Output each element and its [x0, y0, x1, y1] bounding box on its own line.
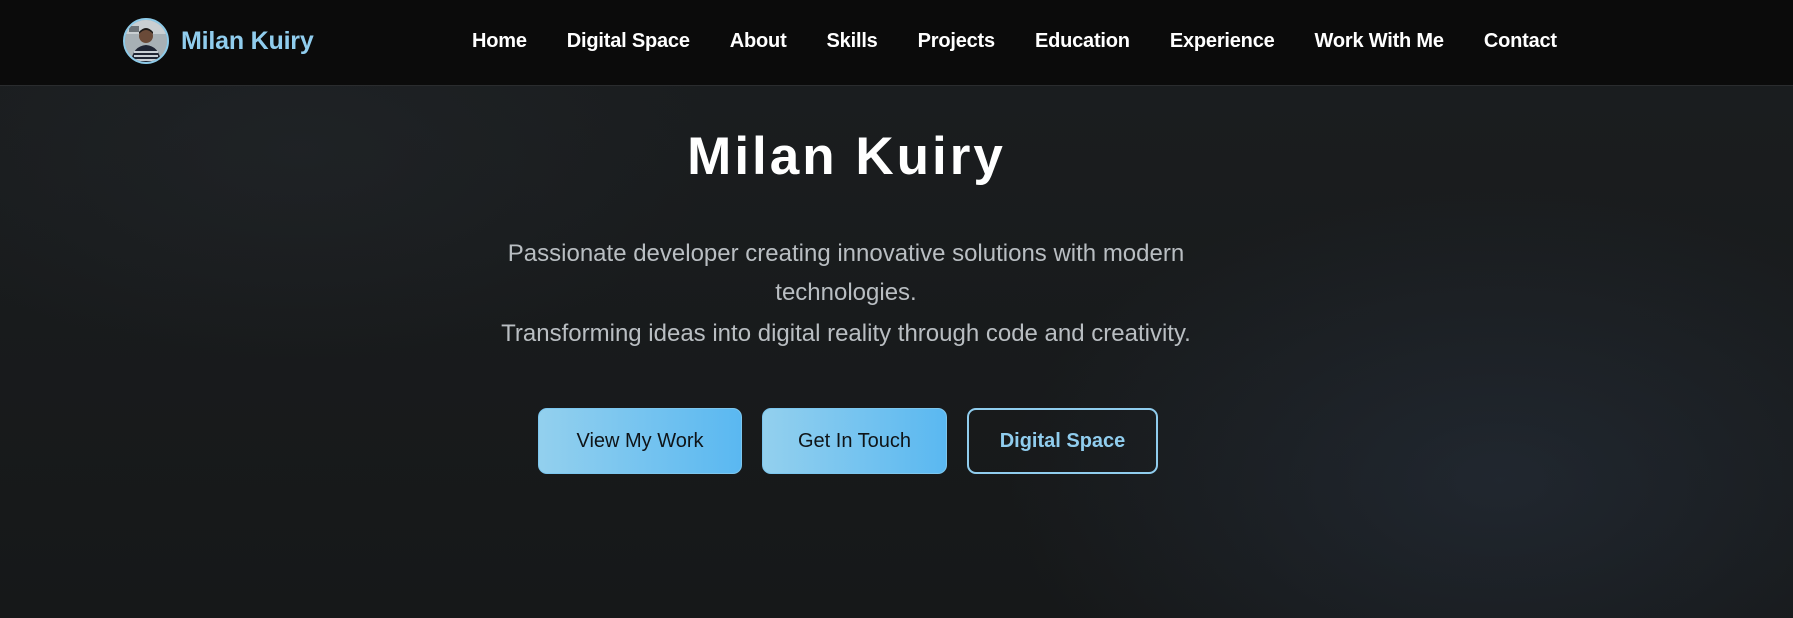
nav-item-work-with-me[interactable]: Work With Me [1315, 30, 1444, 53]
get-in-touch-button[interactable]: Get In Touch [762, 408, 947, 474]
nav-item-about[interactable]: About [730, 30, 787, 53]
nav-item-contact[interactable]: Contact [1484, 30, 1557, 53]
main-nav: Home Digital Space About Skills Projects… [472, 0, 1557, 82]
nav-item-skills[interactable]: Skills [827, 30, 878, 53]
brand[interactable]: Milan Kuiry [123, 16, 314, 66]
page-background: Milan Kuiry Home Digital Space About Ski… [0, 0, 1793, 618]
brand-name[interactable]: Milan Kuiry [181, 27, 314, 56]
hero-subtitle: Passionate developer creating innovative… [507, 240, 1185, 306]
nav-item-experience[interactable]: Experience [1170, 30, 1275, 53]
avatar[interactable] [123, 18, 169, 64]
hero-tagline: Transforming ideas into digital reality … [501, 320, 1191, 347]
avatar-photo-icon [125, 20, 167, 62]
hero-title: Milan Kuiry [687, 127, 1006, 186]
view-my-work-button[interactable]: View My Work [538, 408, 742, 474]
digital-space-button[interactable]: Digital Space [967, 408, 1158, 474]
nav-item-education[interactable]: Education [1035, 30, 1130, 53]
nav-item-home[interactable]: Home [472, 30, 527, 53]
navbar: Milan Kuiry Home Digital Space About Ski… [0, 0, 1793, 86]
nav-item-projects[interactable]: Projects [918, 30, 996, 53]
nav-item-digital-space[interactable]: Digital Space [567, 30, 690, 53]
